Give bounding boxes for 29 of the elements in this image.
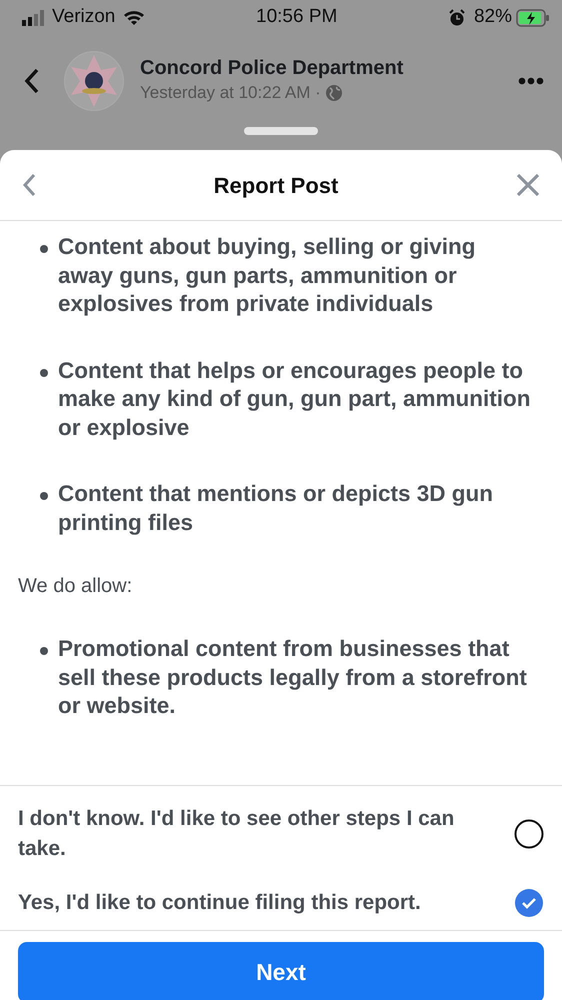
bullet-text: Content that helps or encourages people to make any kind of gun, gun part, ammunition or explosive — [58, 356, 532, 442]
bullet-icon — [40, 492, 48, 500]
globe-icon — [324, 84, 343, 102]
clock-time: 10:56 PM — [256, 6, 338, 28]
bullet-icon — [40, 368, 48, 376]
wifi-icon — [123, 10, 146, 26]
alarm-icon — [448, 8, 466, 26]
radio-checked-icon[interactable] — [514, 888, 544, 918]
sheet-title: Report Post — [214, 172, 338, 198]
bullet-text: Content about buying, selling or giving away guns, gun parts, ammunition or explosives from private individuals — [58, 233, 476, 318]
drag-handle[interactable] — [244, 127, 318, 135]
back-icon[interactable] — [24, 68, 40, 94]
next-button[interactable]: Next — [18, 942, 544, 1000]
bullet-text: Content that mentions or depicts 3D gun printing files — [58, 480, 494, 537]
battery-icon — [516, 8, 550, 26]
battery-percent: 82% — [474, 5, 512, 30]
back-icon[interactable] — [22, 173, 36, 197]
allow-label: We do allow: — [18, 574, 134, 599]
bullet-icon — [40, 245, 48, 253]
more-icon[interactable] — [518, 77, 544, 85]
bullet-icon — [40, 647, 48, 655]
carrier-name: Verizon — [52, 5, 116, 30]
page-name[interactable]: Concord Police Department — [140, 56, 518, 80]
bullet-text: Promotional content from businesses that sell these products legally from a storefront or website. — [58, 635, 528, 720]
post-timestamp: Yesterday at 10:22 AM · — [140, 82, 321, 104]
radio-icon[interactable] — [514, 819, 544, 849]
option-label[interactable]: I don't know. I'd like to see other steps I can take. — [18, 804, 500, 864]
option-label[interactable]: Yes, I'd like to continue filing this report. — [18, 888, 500, 918]
close-icon[interactable] — [516, 173, 540, 197]
